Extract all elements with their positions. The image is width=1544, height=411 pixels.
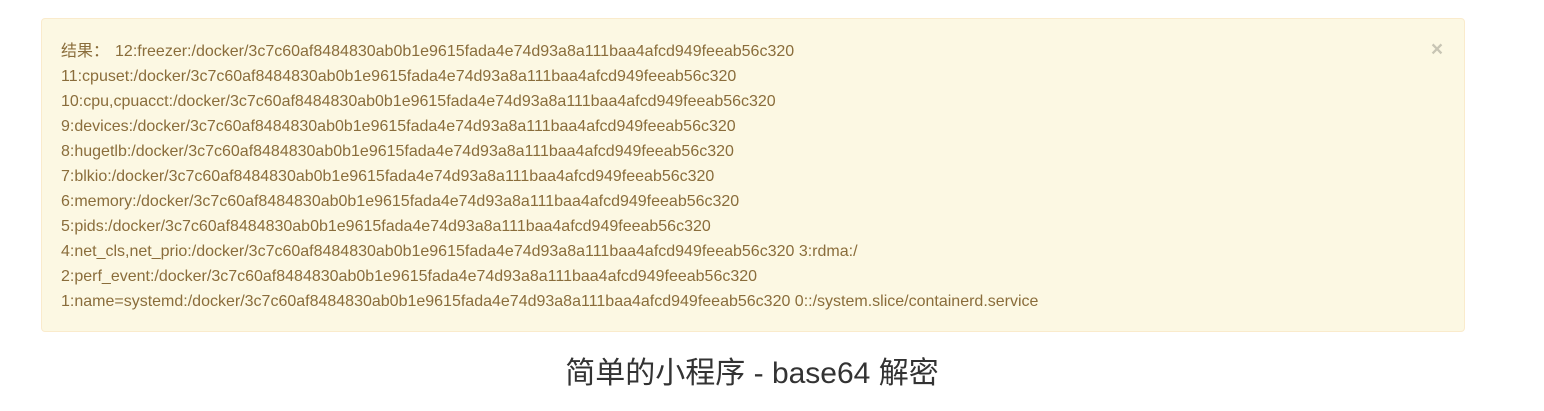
result-alert: 结果： 12:freezer:/docker/3c7c60af8484830ab0… xyxy=(41,18,1465,332)
result-line: 7:blkio:/docker/3c7c60af8484830ab0b1e961… xyxy=(61,168,715,185)
result-line: 8:hugetlb:/docker/3c7c60af8484830ab0b1e9… xyxy=(61,143,734,160)
result-line: 6:memory:/docker/3c7c60af8484830ab0b1e96… xyxy=(61,193,740,210)
result-line: 结果： 12:freezer:/docker/3c7c60af8484830ab0… xyxy=(61,39,1038,64)
page-title: 简单的小程序 - base64 解密 xyxy=(565,357,939,390)
result-text: 结果： 12:freezer:/docker/3c7c60af8484830ab0… xyxy=(61,39,1038,314)
result-line-text: 12:freezer:/docker/3c7c60af8484830ab0b1e… xyxy=(115,43,795,60)
result-line: 9:devices:/docker/3c7c60af8484830ab0b1e9… xyxy=(61,118,736,135)
result-line: 1:name=systemd:/docker/3c7c60af8484830ab… xyxy=(61,293,1039,310)
close-icon[interactable]: × xyxy=(1429,38,1445,62)
result-line: 2:perf_event:/docker/3c7c60af8484830ab0b… xyxy=(61,268,758,285)
result-label: 结果： xyxy=(61,43,110,60)
result-line: 10:cpu,cpuacct:/docker/3c7c60af8484830ab… xyxy=(61,93,776,110)
result-line: 11:cpuset:/docker/3c7c60af8484830ab0b1e9… xyxy=(61,68,737,85)
result-line: 4:net_cls,net_prio:/docker/3c7c60af84848… xyxy=(61,243,858,260)
result-line: 5:pids:/docker/3c7c60af8484830ab0b1e9615… xyxy=(61,218,711,235)
